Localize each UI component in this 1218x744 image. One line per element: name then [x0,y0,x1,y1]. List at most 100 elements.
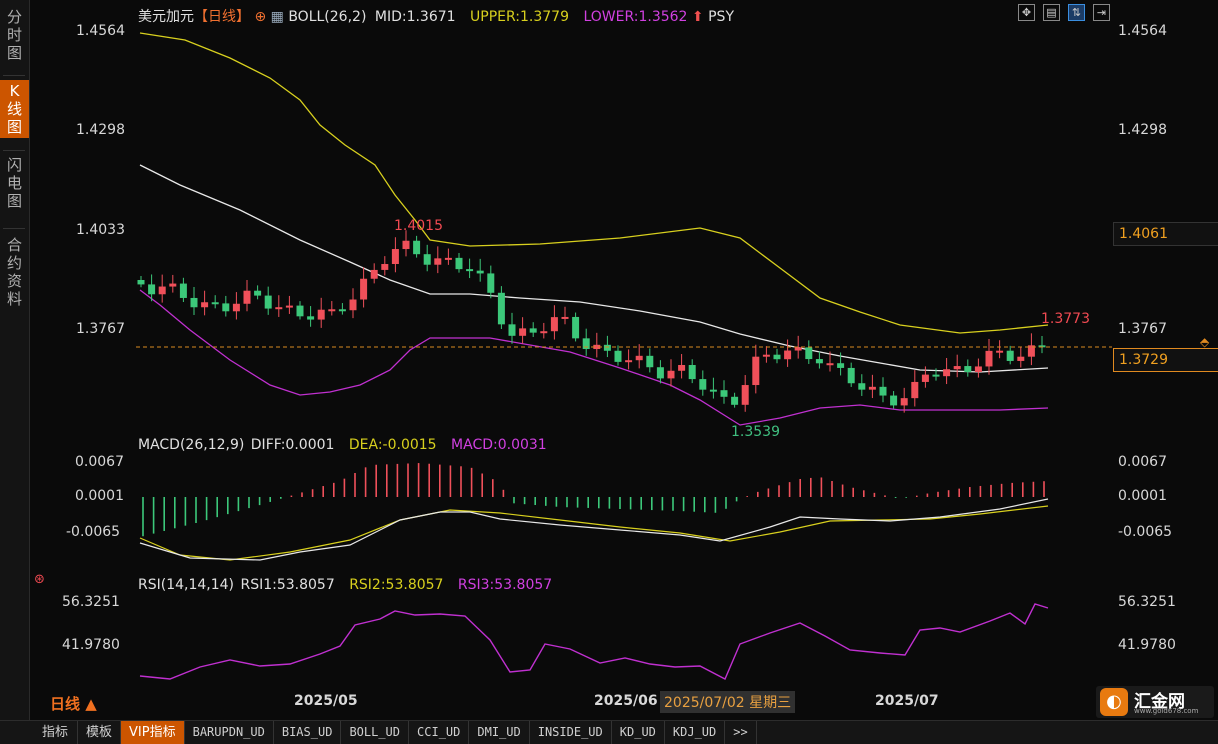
macd-dea-line [139,505,1049,561]
candlestick [222,303,230,312]
barupdn-ud-button[interactable]: BARUPDN_UD [185,721,274,744]
candlestick [169,283,177,287]
candlestick [911,381,919,399]
bottom-indicator-bar: 指标 模板 VIP指标 BARUPDN_UD BIAS_UD BOLL_UD C… [0,720,1218,744]
export-icon[interactable]: ⇥ [1093,4,1110,21]
candlestick [1006,350,1014,361]
boll-upper-line [139,32,1049,334]
indicator-button[interactable]: 指标 [0,721,79,744]
candlestick [508,324,516,336]
bias-ud-button[interactable]: BIAS_UD [274,721,342,744]
candlestick [243,290,251,304]
inside-ud-button[interactable]: INSIDE_UD [530,721,612,744]
candlestick [201,302,209,308]
price-tick-right: 1.4564 [1118,23,1167,39]
macd-tick-left: 0.0067 [75,454,124,470]
candlestick [837,363,845,368]
candlestick [232,303,240,312]
price-tick-left: 1.3767 [76,321,125,337]
template-button[interactable]: 模板 [78,721,122,744]
candlestick [773,354,781,360]
candlestick [296,305,304,317]
candlestick [338,309,346,312]
candlestick [455,257,463,270]
kd-ud-button[interactable]: KD_UD [612,721,665,744]
boll-mid: MID:1.3671 [374,9,456,25]
macd-header: MACD(26,12,9) DIFF:0.0001 DEA:-0.0015 MA… [138,437,547,453]
time-label: 2025/07 [875,693,939,709]
linked-chart-icon[interactable]: ⇅ [1068,4,1085,21]
candlestick [784,350,792,360]
brand-logo: ◐ 汇金网 www.gold678.com [1096,686,1214,718]
candlestick [317,309,325,320]
candlestick [285,305,293,308]
candlestick [688,365,696,380]
add-indicator-icon[interactable]: ⊕ [254,9,266,25]
candlestick [900,398,908,406]
more-indicators-button[interactable]: >> [725,721,757,744]
candlestick [423,254,431,265]
price-tick-left: 1.4298 [76,122,125,138]
fullscreen-icon[interactable]: ✥ [1018,4,1035,21]
macd-tick-right: 0.0067 [1118,454,1167,470]
candlestick [805,347,813,360]
candlestick [625,360,633,363]
price-box-value: 1.4061 [1113,222,1218,246]
candlestick [360,278,368,300]
period-button[interactable]: 日线 ▲ [50,693,97,714]
candlestick [370,269,378,279]
candlestick [752,356,760,386]
candlestick [211,302,219,305]
boll-ud-button[interactable]: BOLL_UD [341,721,410,744]
cci-ud-button[interactable]: CCI_UD [409,721,470,744]
candlestick [847,367,855,384]
candlestick [529,328,537,333]
rsi2-value: RSI2:53.8057 [349,577,444,593]
candlestick [656,367,664,379]
candlestick [985,350,993,367]
candlestick [158,286,166,295]
candlestick [444,257,452,260]
time-label: 2025/05 [294,693,358,709]
time-label: 2025/06 [594,693,658,709]
macd-diff: DIFF:0.0001 [250,437,335,453]
candlestick [741,385,749,405]
low-annotation: 1.3539 [731,424,780,440]
macd-diff-line [139,498,1049,561]
kdj-ud-button[interactable]: KDJ_UD [665,721,726,744]
candlestick [381,264,389,270]
candlestick [434,258,442,265]
candlestick [699,379,707,390]
candlestick [275,307,283,310]
candlestick [890,395,898,406]
candlestick [402,240,410,250]
candlestick [646,355,654,368]
candlestick [540,331,548,334]
candlestick [254,290,262,296]
candlestick [550,317,558,332]
candlestick [858,383,866,390]
period-label: 【日线】 [194,9,250,25]
candlestick [413,240,421,255]
settings-target-icon[interactable]: ⊛ [34,572,45,587]
psy-label[interactable]: PSY [708,9,734,25]
chart-type-icon[interactable]: ▦ [271,9,284,25]
price-tick-right: 1.3767 [1118,321,1167,337]
macd-tick-left: 0.0001 [75,488,124,504]
vip-indicator-button[interactable]: VIP指标 [121,721,185,744]
candlestick [179,283,187,298]
candlestick [667,370,675,379]
candlestick [996,350,1004,353]
boll-upper: UPPER:1.3779 [470,9,569,25]
rsi-tick-left: 41.9780 [62,637,120,653]
price-tick-right: 1.4298 [1118,122,1167,138]
rsi-line [139,603,1049,680]
candlestick [709,389,717,392]
price-tick-left: 1.4564 [76,23,125,39]
candlestick [137,280,145,285]
chart-canvas[interactable] [0,0,1218,720]
dmi-ud-button[interactable]: DMI_UD [469,721,530,744]
candlestick [794,347,802,351]
grid-icon[interactable]: ▤ [1043,4,1060,21]
brand-icon: ◐ [1100,688,1128,716]
